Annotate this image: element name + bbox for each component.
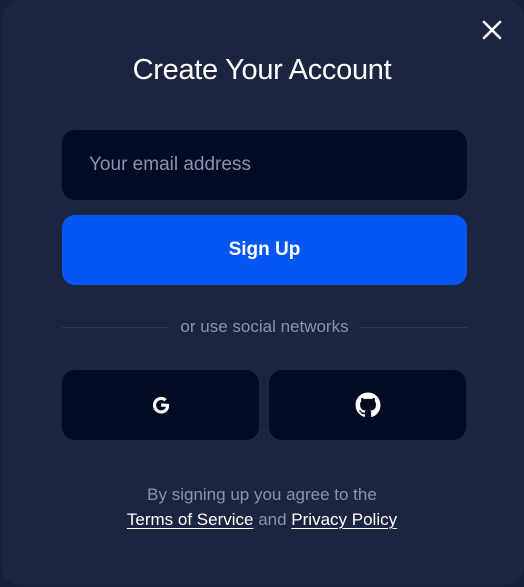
- close-icon: [482, 20, 502, 40]
- legal-links-row: Terms of Service and Privacy Policy: [0, 507, 524, 532]
- email-field[interactable]: [62, 130, 467, 200]
- github-signin-button[interactable]: [269, 370, 466, 440]
- divider-line-right: [359, 326, 467, 328]
- privacy-policy-link[interactable]: Privacy Policy: [291, 510, 397, 529]
- legal-notice: By signing up you agree to the Terms of …: [0, 482, 524, 532]
- legal-conjunction: and: [258, 510, 292, 529]
- close-button[interactable]: [478, 16, 506, 44]
- terms-of-service-link[interactable]: Terms of Service: [127, 510, 254, 529]
- github-icon: [355, 392, 380, 418]
- legal-prefix: By signing up you agree to the: [147, 485, 377, 504]
- sign-up-button[interactable]: Sign Up: [62, 215, 467, 285]
- google-signin-button[interactable]: [62, 370, 259, 440]
- divider-line-left: [62, 326, 170, 328]
- modal-title: Create Your Account: [132, 54, 392, 86]
- divider-text: or use social networks: [180, 317, 349, 336]
- google-icon: [152, 396, 169, 414]
- social-divider: or use social networks: [62, 316, 467, 338]
